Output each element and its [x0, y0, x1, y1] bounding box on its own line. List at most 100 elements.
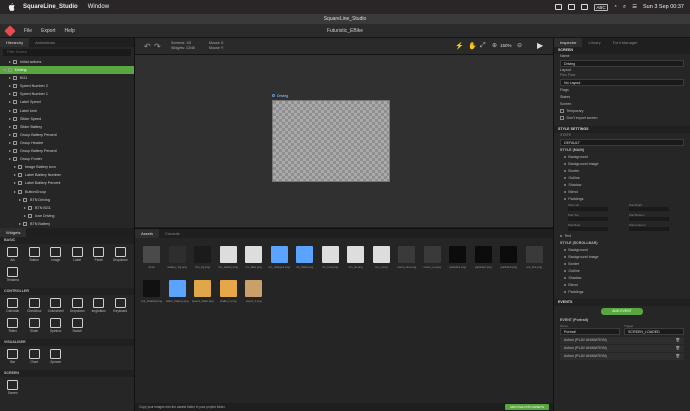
widget-item[interactable]: Panel [88, 246, 110, 266]
style-main-row[interactable]: Blend [554, 189, 690, 196]
menu-file[interactable]: File [24, 28, 32, 34]
widget-item[interactable]: Calendar [2, 297, 24, 317]
style-scrollbar-row[interactable]: Background [554, 247, 690, 254]
padding-input[interactable] [568, 217, 608, 221]
input-source-indicator[interactable]: ABC [594, 3, 608, 11]
padding-input[interactable] [568, 207, 608, 211]
add-file-button[interactable]: ADD FILE INTO ASSETS [505, 404, 549, 410]
asset-item[interactable]: icn_lock.png [318, 243, 344, 277]
state-select[interactable]: DEFAULT [560, 139, 684, 146]
tree-row[interactable]: ▸ Group Battery Percent [0, 131, 134, 139]
action-row[interactable]: Action (PLAY ANIMATION) 🗑 [560, 345, 684, 352]
asset-item[interactable]: particle1.png [445, 243, 471, 277]
window-menu[interactable]: Window [88, 4, 109, 10]
widget-item[interactable]: Dropdown [110, 246, 132, 266]
style-scrollbar-row[interactable]: Blend [554, 282, 690, 289]
padding-field[interactable]: Pad Top [568, 213, 629, 223]
name-field[interactable]: Driving [560, 60, 684, 67]
style-scrollbar-row[interactable]: Border [554, 261, 690, 268]
checkbox-icon[interactable] [560, 116, 564, 120]
style-main-row[interactable]: Paddings [554, 196, 690, 203]
style-scrollbar-row[interactable]: Background Image [554, 254, 690, 261]
widget-item[interactable]: Checkbox [24, 297, 46, 317]
padding-field[interactable]: Pad Row [568, 223, 629, 233]
tab-assets[interactable]: Assets [135, 229, 160, 238]
style-main-row[interactable]: Border [554, 168, 690, 175]
widget-item[interactable]: Bar [2, 348, 24, 368]
style-scrollbar-row[interactable]: Shadow [554, 275, 690, 282]
tree-row[interactable]: ▸ BTN Battery [0, 220, 134, 228]
tab-font-manager[interactable]: Font Manager [607, 38, 644, 47]
padding-field[interactable]: Pad Right [629, 203, 690, 213]
tree-row[interactable]: ▸ Group Footer [0, 155, 134, 163]
widget-section-header[interactable]: CONTROLLER [0, 288, 134, 295]
style-settings-header[interactable]: STYLE SETTINGS [554, 126, 690, 133]
tree-row[interactable]: ▸ Speed Number 2 [0, 82, 134, 90]
style-main-header[interactable]: STYLE (MAIN) [554, 147, 690, 154]
trash-icon[interactable]: 🗑 [675, 337, 680, 344]
tab-library[interactable]: Library [582, 38, 606, 47]
zoom-level[interactable]: 150% [500, 43, 512, 48]
widget-item[interactable]: Dropdown [67, 297, 89, 317]
dont-export-checkbox[interactable]: Don't export screen [554, 115, 690, 122]
asset-item[interactable]: icn_flash.png [292, 243, 318, 277]
action-row[interactable]: Action (PLAY ANIMATION) 🗑 [560, 337, 684, 344]
tree-row[interactable]: ▸ Group Header [0, 139, 134, 147]
tree-row[interactable]: ▸ Group Battery Percent [0, 147, 134, 155]
tree-row[interactable]: ▸ BTN BG1 [0, 204, 134, 212]
screen-preview[interactable] [272, 100, 390, 182]
asset-item[interactable]: icn_battery.png [216, 243, 242, 277]
search-icon[interactable]: ⌕ [623, 4, 626, 11]
widget-item[interactable]: Spinner [45, 348, 67, 368]
widget-item[interactable]: Textarea [2, 266, 24, 286]
tree-row[interactable]: ▸ Image Battery icon [0, 163, 134, 171]
tree-row[interactable]: ▸ ButtonGroup [0, 188, 134, 196]
trash-icon[interactable]: 🗑 [675, 353, 680, 360]
zoom-out-icon[interactable]: ⊖ [517, 42, 522, 49]
style-scrollbar-header[interactable]: STYLE (SCROLLBAR) [554, 240, 690, 247]
widget-item[interactable]: Switch [67, 317, 89, 337]
app-menu[interactable]: SquareLine_Studio [23, 4, 78, 10]
text-row[interactable]: Text [554, 233, 690, 240]
padding-input[interactable] [568, 227, 608, 231]
widget-item[interactable]: Label [67, 246, 89, 266]
widget-section-header[interactable]: SCREEN [0, 370, 134, 377]
asset-item[interactable]: pnl_shadow.png [139, 277, 165, 311]
tab-console[interactable]: Console [159, 229, 186, 238]
tree-row[interactable]: ▸ BG1 [0, 74, 134, 82]
widget-item[interactable]: Roller [2, 317, 24, 337]
tab-hierarchy[interactable]: Hierarchy [0, 38, 30, 47]
tree-row[interactable]: ▸ Icon Driving [0, 212, 134, 220]
zoom-in-icon[interactable]: ⊕ [492, 42, 497, 49]
asset-item[interactable]: icn_x.png [369, 243, 395, 277]
tree-row[interactable]: ▸ Slider Battery [0, 123, 134, 131]
padding-field[interactable]: Pad Bottom [629, 213, 690, 223]
asset-item[interactable]: menu_line.png [394, 243, 420, 277]
tree-row[interactable]: ▸ Driving [0, 66, 134, 75]
screen-section-header[interactable]: SCREEN [554, 47, 690, 54]
asset-item[interactable]: wood_1.png [241, 277, 267, 311]
style-scrollbar-row[interactable]: Paddings [554, 289, 690, 296]
undo-icon[interactable]: ↶ [144, 42, 151, 51]
tab-widgets[interactable]: Widgets [0, 228, 27, 237]
asset-item[interactable]: battery_bg.png [165, 243, 191, 277]
asset-item[interactable]: icn_ok.png [343, 243, 369, 277]
apple-icon[interactable] [8, 3, 15, 11]
asset-item[interactable]: icn_charge1.png [267, 243, 293, 277]
wifi-icon[interactable]: ◔ [614, 4, 617, 10]
flex-flow-select[interactable]: No Layout [560, 79, 684, 86]
flags-row[interactable]: Flags [554, 87, 690, 94]
trash-icon[interactable]: 🗑 [675, 345, 680, 352]
tab-inspector[interactable]: Inspector [554, 38, 583, 47]
menu-help[interactable]: Help [65, 28, 75, 34]
style-main-row[interactable]: Background [554, 154, 690, 161]
asset-item[interactable]: wallet_1.png [216, 277, 242, 311]
widget-item[interactable]: Button [24, 246, 46, 266]
tree-row[interactable]: ▸ Label Battery Percent [0, 179, 134, 187]
status-icon-2[interactable] [568, 4, 576, 10]
states-row[interactable]: States [554, 94, 690, 101]
padding-input[interactable] [629, 207, 669, 211]
asset-item[interactable]: particle3.png [496, 243, 522, 277]
tree-row[interactable]: ▸ Label Battery Number [0, 171, 134, 179]
hierarchy-search-input[interactable]: Filter Screen [3, 49, 131, 56]
